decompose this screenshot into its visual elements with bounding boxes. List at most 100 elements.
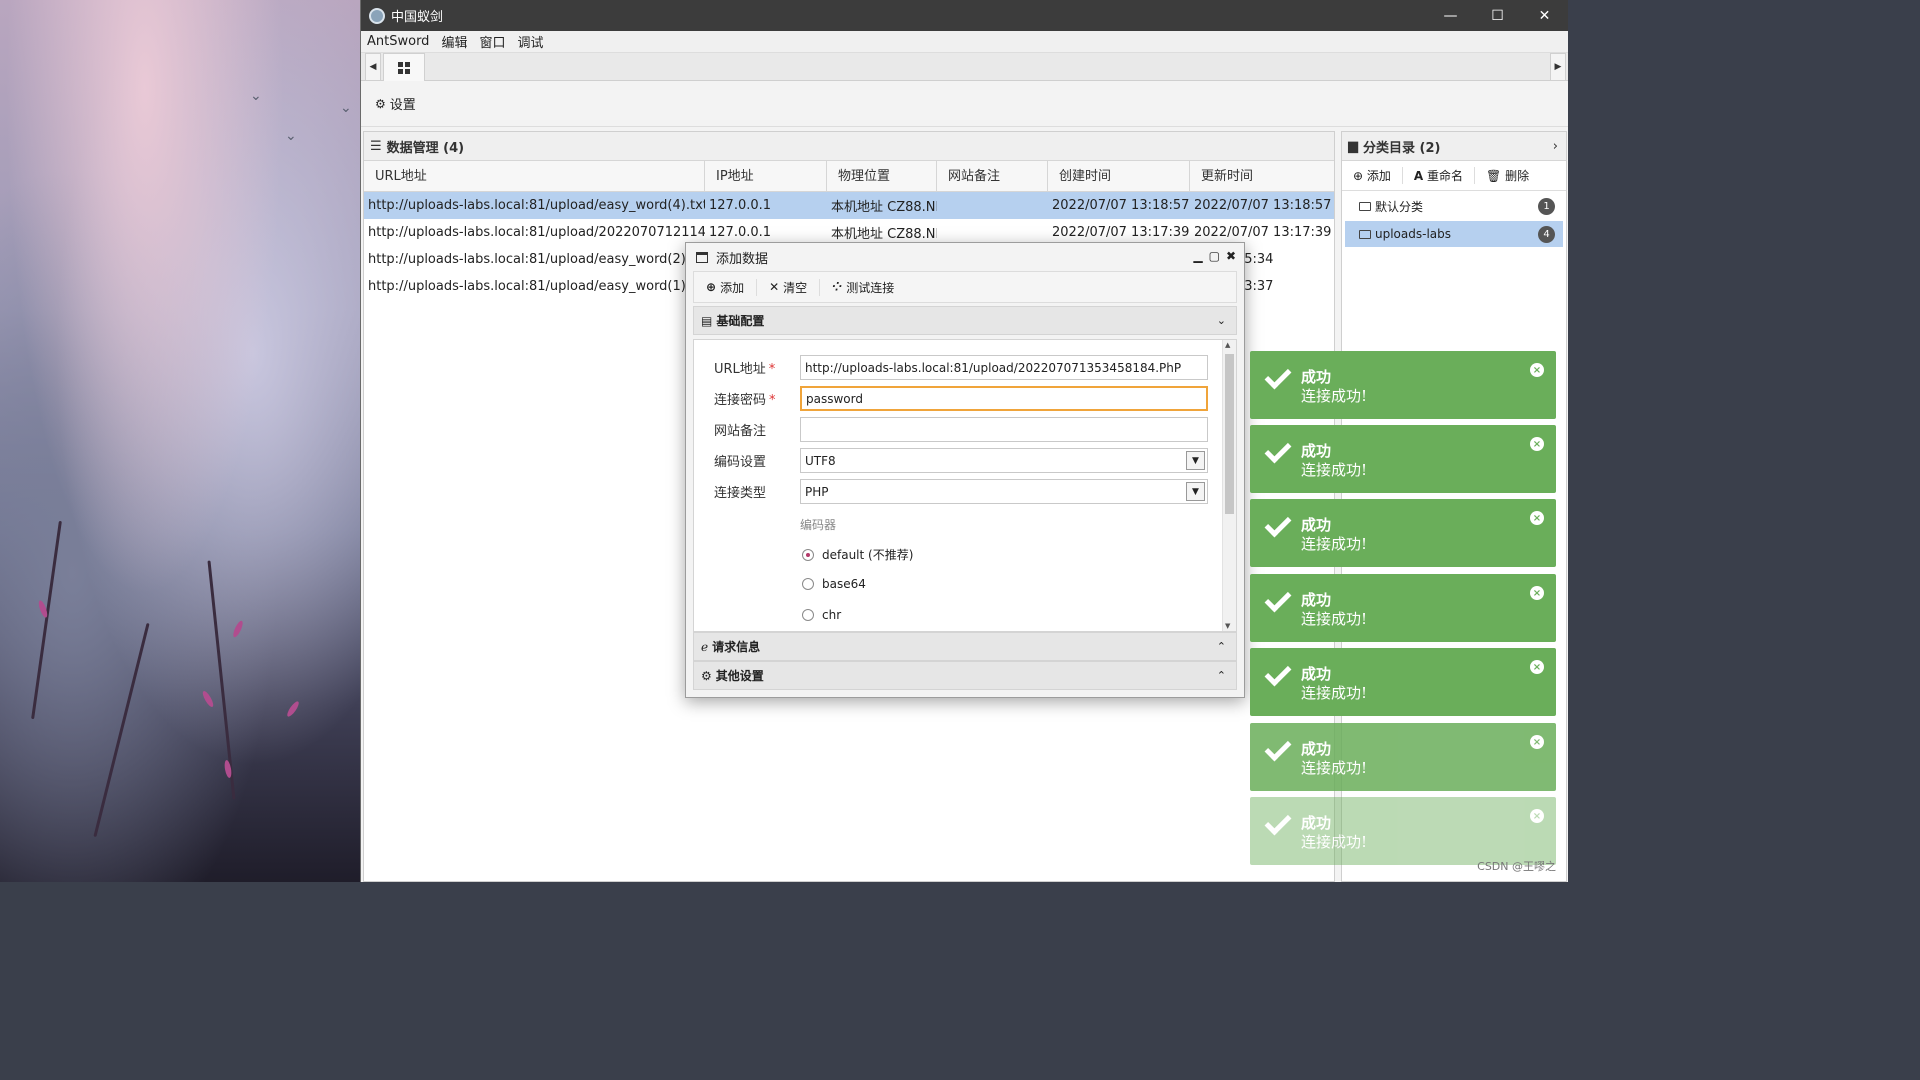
dialog-title-bar[interactable]: 添加数据 ▁ ▢ ✖	[686, 243, 1244, 271]
dialog-close-icon[interactable]: ✖	[1226, 249, 1236, 263]
section-title: 请求信息	[712, 640, 761, 654]
toast-close-icon[interactable]: ×	[1530, 660, 1544, 674]
menu-bar: AntSword 编辑 窗口 调试	[361, 31, 1568, 53]
toast-close-icon[interactable]: ×	[1530, 511, 1544, 525]
toast-message: 连接成功!	[1301, 387, 1368, 405]
tab-scroll-left-icon[interactable]: ◀	[365, 53, 381, 81]
radio-checked-icon	[802, 548, 814, 561]
browser-icon: ℯ	[701, 639, 709, 654]
cell-ip: 127.0.0.1	[709, 225, 772, 240]
column-header-note[interactable]: 网站备注	[937, 161, 1048, 191]
check-icon	[1264, 436, 1292, 464]
success-toast: 成功 连接成功! ×	[1250, 797, 1556, 865]
encoder-option-base64[interactable]: base64	[802, 577, 866, 591]
toast-message: 连接成功!	[1301, 461, 1368, 479]
title-bar[interactable]: 中国蚁剑 — ☐ ✕	[361, 0, 1568, 31]
chevron-up-icon: ⌃	[1216, 669, 1226, 682]
scroll-up-icon[interactable]: ▲	[1225, 341, 1230, 349]
column-header-created[interactable]: 创建时间	[1048, 161, 1190, 191]
category-item-default[interactable]: 默认分类 1	[1345, 193, 1563, 219]
encoding-select[interactable]: UTF8 ▼	[800, 448, 1208, 473]
check-icon	[1264, 510, 1292, 538]
cell-url: http://uploads-labs.local:81/upload/easy…	[368, 279, 705, 294]
encoder-option-chr[interactable]: chr	[802, 608, 841, 622]
check-icon	[1264, 808, 1292, 836]
maximize-button[interactable]: ☐	[1474, 0, 1521, 31]
success-toast: 成功 连接成功! ×	[1250, 648, 1556, 716]
minimize-button[interactable]: —	[1427, 0, 1474, 31]
menu-edit[interactable]: 编辑	[441, 32, 467, 51]
toast-close-icon[interactable]: ×	[1530, 437, 1544, 451]
toast-close-icon[interactable]: ×	[1530, 586, 1544, 600]
cell-url: http://uploads-labs.local:81/upload/easy…	[368, 252, 705, 267]
column-header-location[interactable]: 物理位置	[827, 161, 937, 191]
settings-button[interactable]: 设置	[390, 94, 416, 113]
url-input[interactable]: http://uploads-labs.local:81/upload/2022…	[800, 355, 1208, 380]
menu-debug[interactable]: 调试	[517, 32, 543, 51]
category-panel-header: ▆ 分类目录 (2) ›	[1342, 132, 1566, 161]
folder-icon: ▆	[1348, 138, 1358, 154]
toast-message: 连接成功!	[1301, 759, 1368, 777]
type-label: 连接类型	[714, 486, 767, 501]
cell-url: http://uploads-labs.local:81/upload/2022…	[368, 225, 705, 240]
chevron-down-icon: ▼	[1186, 482, 1205, 501]
password-input[interactable]: password	[800, 386, 1208, 411]
type-select[interactable]: PHP ▼	[800, 479, 1208, 504]
other-settings-header[interactable]: ⚙ 其他设置 ⌃	[693, 661, 1237, 690]
toast-close-icon[interactable]: ×	[1530, 363, 1544, 377]
add-button[interactable]: ⊕ 添加	[694, 278, 758, 296]
request-info-header[interactable]: ℯ 请求信息 ⌃	[693, 632, 1237, 661]
add-category-button[interactable]: ⊕ 添加	[1342, 167, 1403, 184]
test-connection-button[interactable]: ⁘ 测试连接	[820, 279, 906, 296]
grid-header: URL地址 IP地址 物理位置 网站备注 创建时间 更新时间	[364, 161, 1334, 192]
toast-close-icon[interactable]: ×	[1530, 735, 1544, 749]
rename-category-button[interactable]: A 重命名	[1403, 167, 1476, 184]
menu-antsword[interactable]: AntSword	[367, 34, 429, 49]
menu-window[interactable]: 窗口	[479, 32, 505, 51]
form-scrollbar[interactable]: ▲ ▼	[1222, 340, 1236, 631]
document-icon: ▤	[701, 313, 713, 328]
check-icon	[1264, 659, 1292, 687]
plant-stem	[31, 520, 62, 720]
table-row[interactable]: http://uploads-labs.local:81/upload/easy…	[364, 192, 1334, 219]
x-icon: ✕	[769, 280, 780, 294]
dialog-maximize-icon[interactable]: ▢	[1209, 249, 1220, 263]
chevron-right-icon[interactable]: ›	[1553, 139, 1558, 154]
scrollbar-thumb[interactable]	[1225, 354, 1234, 514]
delete-category-button[interactable]: 🗑 删除	[1475, 167, 1540, 184]
success-toast: 成功 连接成功! ×	[1250, 499, 1556, 567]
close-button[interactable]: ✕	[1521, 0, 1568, 31]
toast-close-icon[interactable]: ×	[1530, 809, 1544, 823]
data-panel-title: 数据管理 (4)	[386, 140, 465, 156]
gears-icon: ⚙	[701, 668, 712, 683]
tab-home[interactable]	[383, 53, 425, 81]
main-toolbar: ⚙ 设置	[361, 81, 1568, 127]
dialog-minimize-icon[interactable]: ▁	[1193, 249, 1202, 263]
toast-message: 连接成功!	[1301, 833, 1368, 851]
plant-stem	[207, 560, 236, 800]
clear-button[interactable]: ✕ 清空	[757, 278, 821, 296]
radio-label: base64	[822, 577, 866, 591]
data-panel-header: ☰ 数据管理 (4)	[364, 132, 1334, 161]
column-header-ip[interactable]: IP地址	[705, 161, 827, 191]
url-label: URL地址 *	[714, 362, 776, 377]
section-title: 基础配置	[716, 314, 765, 328]
encoder-label: 编码器	[800, 518, 837, 532]
note-input[interactable]	[800, 417, 1208, 442]
cell-location: 本机地址 CZ88.NE	[831, 227, 937, 242]
column-header-url[interactable]: URL地址	[364, 161, 705, 191]
section-title: 其他设置	[715, 669, 764, 683]
encoder-option-default[interactable]: default (不推荐)	[802, 546, 913, 563]
success-toast: 成功 连接成功! ×	[1250, 574, 1556, 642]
category-toolbar: ⊕ 添加 A 重命名 🗑 删除	[1342, 161, 1566, 191]
cell-updated: 2022/07/07 13:18:57	[1194, 198, 1332, 213]
scroll-down-icon[interactable]: ▼	[1225, 622, 1230, 630]
column-header-updated[interactable]: 更新时间	[1190, 161, 1334, 191]
basic-config-header[interactable]: ▤ 基础配置 ⌄	[693, 306, 1237, 335]
category-label: uploads-labs	[1375, 227, 1452, 241]
bird-decoration: ⌄	[285, 128, 297, 144]
password-row: 连接密码 * password	[714, 386, 1208, 411]
tab-scroll-right-icon[interactable]: ▶	[1550, 53, 1566, 81]
petal	[285, 699, 301, 719]
category-item-uploads-labs[interactable]: uploads-labs 4	[1345, 221, 1563, 247]
